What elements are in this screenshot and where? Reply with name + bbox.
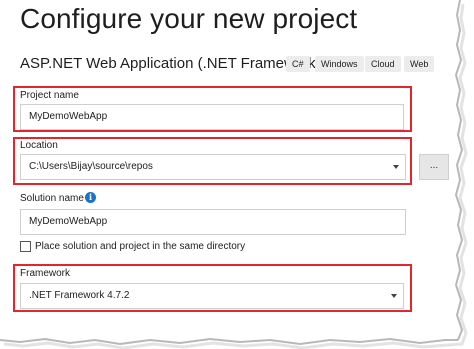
page-title: Configure your new project bbox=[20, 3, 358, 34]
template-name: ASP.NET Web Application (.NET Framework) bbox=[20, 55, 321, 72]
project-name-label: Project name bbox=[20, 90, 79, 101]
tag-csharp: C# bbox=[286, 56, 310, 72]
framework-combobox[interactable]: .NET Framework 4.7.2 bbox=[20, 283, 404, 309]
solution-name-label: Solution name bbox=[20, 193, 84, 204]
tag-windows: Windows bbox=[315, 56, 364, 72]
chevron-down-icon[interactable] bbox=[391, 294, 397, 298]
solution-name-input[interactable]: MyDemoWebApp bbox=[20, 209, 406, 235]
solution-name-value: MyDemoWebApp bbox=[29, 216, 108, 227]
tag-web: Web bbox=[404, 56, 435, 72]
location-combobox[interactable]: C:\Users\Bijay\source\repos bbox=[20, 154, 406, 180]
tag-cloud: Cloud bbox=[365, 56, 401, 72]
project-name-value: MyDemoWebApp bbox=[29, 111, 108, 122]
screenshot: Configure your new project ASP.NET Web A… bbox=[0, 0, 474, 349]
browse-button[interactable]: ... bbox=[419, 154, 449, 180]
framework-value: .NET Framework 4.7.2 bbox=[29, 290, 130, 301]
location-value: C:\Users\Bijay\source\repos bbox=[29, 161, 153, 172]
project-name-input[interactable]: MyDemoWebApp bbox=[20, 104, 404, 130]
chevron-down-icon[interactable] bbox=[393, 165, 399, 169]
configure-project-dialog: Configure your new project ASP.NET Web A… bbox=[8, 0, 460, 340]
framework-label: Framework bbox=[20, 268, 71, 279]
same-directory-label[interactable]: Place solution and project in the same d… bbox=[35, 241, 245, 252]
location-label: Location bbox=[20, 140, 58, 151]
info-icon[interactable]: i bbox=[85, 192, 96, 203]
same-directory-checkbox[interactable] bbox=[20, 241, 31, 252]
